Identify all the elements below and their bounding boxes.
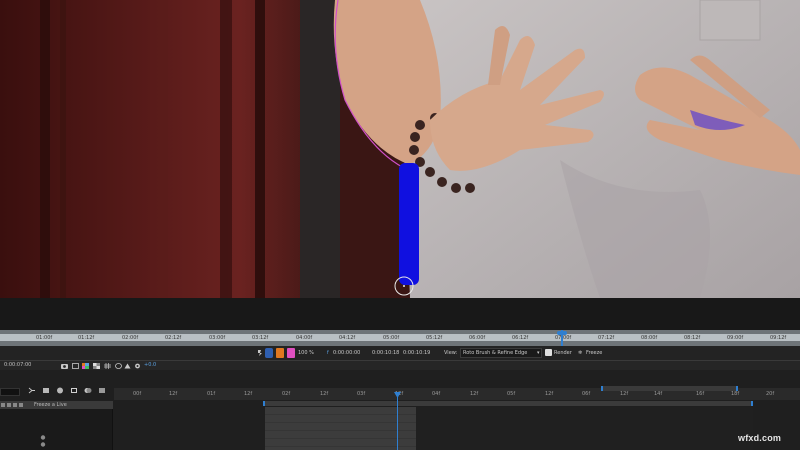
layer-duration-remaining bbox=[416, 407, 753, 450]
ruler-tick: 03:00f bbox=[209, 335, 226, 341]
triangle-icon[interactable] bbox=[124, 363, 131, 369]
timeline-tick: 06f bbox=[582, 391, 591, 397]
ruler-tick: 05:12f bbox=[426, 335, 443, 341]
timeline-tick: 12f bbox=[169, 391, 178, 397]
current-time-indicator[interactable] bbox=[561, 330, 563, 346]
channel-color-button[interactable] bbox=[276, 348, 284, 358]
timeline-tick: 04f bbox=[432, 391, 441, 397]
ruler-tick: 04:12f bbox=[339, 335, 356, 341]
timeline-tick: 01f bbox=[207, 391, 216, 397]
layer-name[interactable]: Freeze a Live bbox=[34, 402, 67, 408]
start-time-label: f bbox=[327, 350, 329, 356]
freeze-button[interactable]: Freeze bbox=[586, 348, 602, 358]
timeline-tick: 05f bbox=[507, 391, 516, 397]
audio-switch[interactable] bbox=[7, 403, 11, 407]
ruler-tick: 06:12f bbox=[512, 335, 529, 341]
snapshot-icon[interactable] bbox=[256, 349, 264, 357]
composition-bar: 0:00:07:00 +0.0 bbox=[0, 360, 800, 370]
color-swatch-icon[interactable] bbox=[82, 363, 89, 369]
view-mode-value: Roto Brush & Refine Edge bbox=[463, 350, 528, 356]
layer-time-ruler[interactable]: 01:00f 01:12f 02:00f 02:12f 03:00f 03:12… bbox=[0, 330, 800, 346]
lock-switch[interactable] bbox=[19, 403, 23, 407]
timeline-tick: 12f bbox=[620, 391, 629, 397]
timeline-tick: 12f bbox=[320, 391, 329, 397]
ruler-tick: 07:12f bbox=[598, 335, 615, 341]
stopwatch-icon[interactable] bbox=[40, 435, 46, 440]
solo-switch[interactable] bbox=[13, 403, 17, 407]
timeline-tick: 03f bbox=[357, 391, 366, 397]
duration-time[interactable]: 0:00:10:19 bbox=[403, 348, 430, 358]
exposure-value[interactable]: +0.0 bbox=[144, 362, 156, 368]
timeline-tick: 00f bbox=[133, 391, 142, 397]
ruler-tick: 01:00f bbox=[36, 335, 53, 341]
zoom-level[interactable]: 100 % bbox=[298, 348, 314, 358]
motion-blur-icon[interactable] bbox=[84, 387, 92, 394]
timeline-tick: 16f bbox=[696, 391, 705, 397]
ruler-tick: 05:00f bbox=[383, 335, 400, 341]
grid-guide-icon[interactable] bbox=[104, 363, 111, 369]
comp-timecode[interactable]: 0:00:07:00 bbox=[4, 362, 31, 368]
ruler-tick: 08:00f bbox=[641, 335, 658, 341]
watermark: wfxd.com bbox=[738, 433, 782, 443]
timeline-tick: 20f bbox=[766, 391, 775, 397]
ruler-tick: 01:12f bbox=[78, 335, 95, 341]
ruler-tick: 09:00f bbox=[727, 335, 744, 341]
timeline-tick: 18f bbox=[731, 391, 740, 397]
start-time[interactable]: 0:00:00:00 bbox=[333, 348, 360, 358]
roto-brush-stroke bbox=[399, 163, 419, 285]
timeline-tick: 02f bbox=[282, 391, 291, 397]
draft-3d-icon[interactable] bbox=[42, 387, 50, 394]
timeline-tick: 12f bbox=[470, 391, 479, 397]
viewer-gap bbox=[0, 298, 800, 330]
render-label: Render bbox=[554, 350, 572, 356]
camera-icon[interactable] bbox=[61, 363, 68, 369]
ruler-tick: 04:00f bbox=[296, 335, 313, 341]
timeline-tick: 12f bbox=[545, 391, 554, 397]
ruler-tick: 07:00f bbox=[555, 335, 572, 341]
graph-editor-icon[interactable] bbox=[98, 387, 106, 394]
ruler-tick: 02:12f bbox=[165, 335, 182, 341]
timeline-tick: 14f bbox=[654, 391, 663, 397]
timeline-search-input[interactable] bbox=[0, 388, 20, 396]
channel-rgb-button[interactable] bbox=[265, 348, 273, 358]
view-mode-dropdown[interactable]: Roto Brush & Refine Edge ▾ bbox=[460, 348, 542, 358]
view-label: View: bbox=[444, 350, 458, 356]
ruler-tick: 09:12f bbox=[770, 335, 787, 341]
channel-alpha-button[interactable] bbox=[287, 348, 295, 358]
composition-flowchart-icon[interactable] bbox=[28, 387, 36, 394]
viewer-frame bbox=[0, 0, 800, 298]
mask-icon[interactable] bbox=[115, 363, 122, 369]
layer-duration-bar[interactable] bbox=[265, 407, 416, 450]
chevron-down-icon: ▾ bbox=[537, 350, 540, 356]
frame-blending-icon[interactable] bbox=[70, 387, 78, 394]
timeline-tick: 12f bbox=[244, 391, 253, 397]
time-navigator[interactable] bbox=[601, 386, 738, 391]
ruler-tick: 06:00f bbox=[469, 335, 486, 341]
freeze-icon: ❄ bbox=[578, 350, 583, 356]
region-of-interest-icon[interactable] bbox=[72, 363, 79, 369]
stopwatch-icon[interactable] bbox=[40, 442, 46, 447]
ruler-tick: 08:12f bbox=[684, 335, 701, 341]
render-checkbox[interactable] bbox=[545, 349, 552, 356]
shy-layers-icon[interactable] bbox=[56, 387, 64, 394]
settings-icon[interactable] bbox=[134, 363, 141, 369]
playhead-line[interactable] bbox=[397, 395, 398, 450]
visibility-switch[interactable] bbox=[1, 403, 5, 407]
composition-viewer[interactable] bbox=[0, 0, 800, 298]
transparency-grid-icon[interactable] bbox=[93, 363, 100, 369]
ruler-strip bbox=[0, 334, 800, 341]
viewer-controls-bar: 100 % f 0:00:00:00 0:00:10:18 0:00:10:19… bbox=[0, 346, 800, 360]
ruler-tick: 02:00f bbox=[122, 335, 139, 341]
work-area-bar[interactable] bbox=[263, 401, 753, 406]
current-time[interactable]: 0:00:10:18 bbox=[372, 348, 399, 358]
ruler-tick: 03:12f bbox=[252, 335, 269, 341]
